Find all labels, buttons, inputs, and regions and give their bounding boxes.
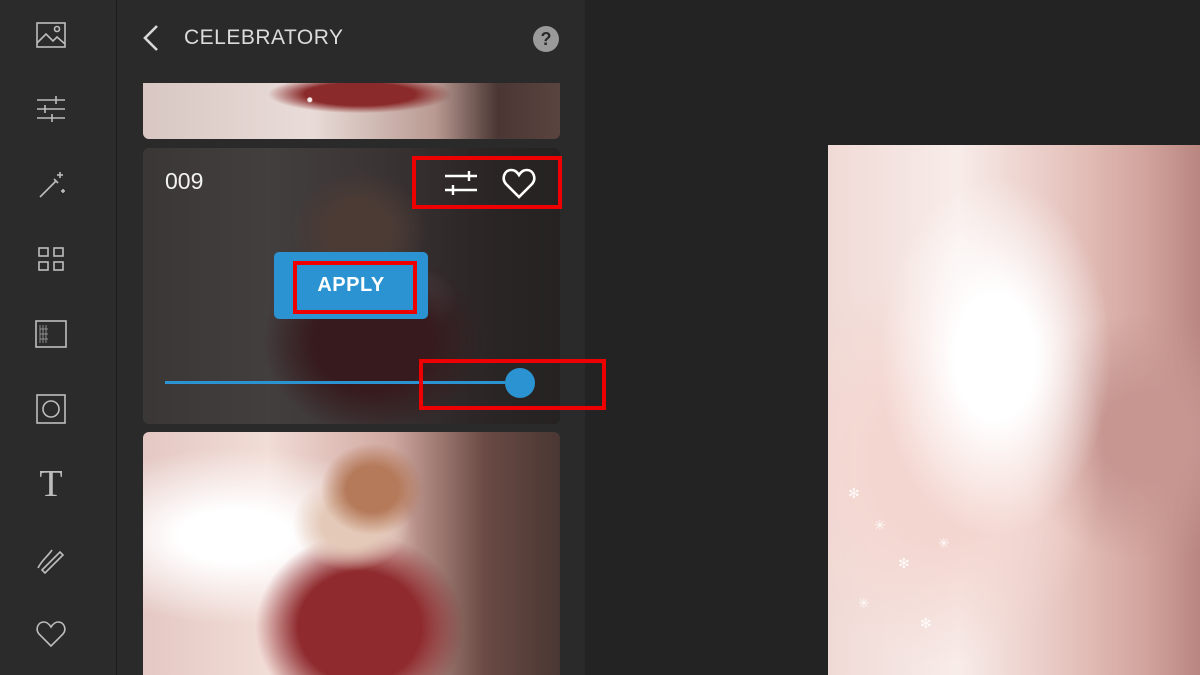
- textures-tool-button[interactable]: [30, 313, 72, 355]
- image-tool-button[interactable]: [30, 14, 72, 56]
- texture-icon: [35, 320, 67, 348]
- effect-number: 009: [165, 168, 204, 194]
- image-icon: [36, 22, 66, 48]
- frames-tool-button[interactable]: [30, 388, 72, 430]
- help-icon[interactable]: ?: [533, 26, 559, 52]
- effect-thumbnail-next[interactable]: [143, 432, 560, 675]
- effects-panel: CELEBRATORY ? 009 APPLY: [117, 0, 585, 675]
- overlays-tool-button[interactable]: [30, 238, 72, 280]
- highlight-card-controls: [412, 156, 562, 209]
- grid-icon: [38, 247, 64, 271]
- favorites-tool-button[interactable]: [30, 613, 72, 655]
- heart-icon: [36, 621, 66, 648]
- text-icon: T: [39, 463, 63, 505]
- panel-header: CELEBRATORY ?: [117, 0, 585, 80]
- magic-wand-icon: [39, 172, 65, 198]
- image-canvas-preview[interactable]: ✻ ✳ ✻ ✳ ✻ ✳: [828, 145, 1200, 675]
- back-arrow-icon[interactable]: [139, 22, 163, 54]
- effects-tool-button[interactable]: [30, 163, 72, 205]
- highlight-slider-handle: [419, 359, 606, 410]
- adjust-icon: [37, 96, 65, 122]
- highlight-apply-button: [293, 261, 417, 314]
- frame-icon: [36, 394, 66, 424]
- panel-title: CELEBRATORY: [184, 26, 344, 49]
- text-tool-button[interactable]: T: [30, 463, 72, 505]
- draw-icon: [37, 549, 65, 575]
- tool-rail: T: [0, 0, 117, 675]
- adjust-tool-button[interactable]: [30, 88, 72, 130]
- draw-tool-button[interactable]: [30, 538, 72, 580]
- effect-thumbnail-previous[interactable]: [143, 83, 560, 139]
